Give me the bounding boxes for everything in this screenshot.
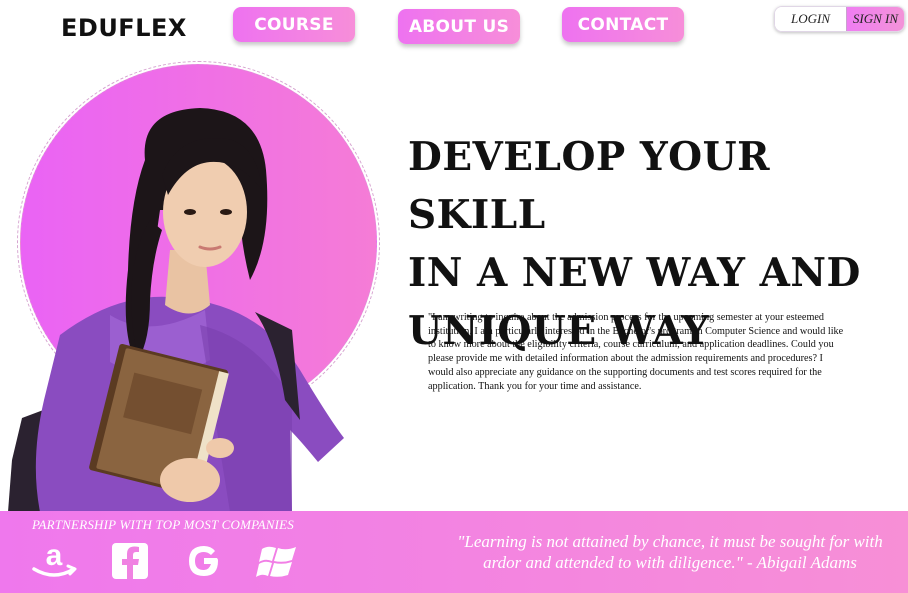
partnership-title: PARTNERSHIP WITH TOP MOST COMPANIES [32, 517, 294, 532]
hero-paragraph: "I am writing to inquire about the admis… [428, 312, 844, 392]
svg-text:a: a [46, 541, 63, 572]
google-icon[interactable] [180, 541, 228, 581]
footer-banner: PARTNERSHIP WITH TOP MOST COMPANIES a "L… [0, 511, 908, 593]
auth-group: LOGIN SIGN IN [774, 6, 905, 32]
login-button[interactable]: LOGIN [775, 7, 846, 31]
windows-icon-glyph [256, 546, 296, 577]
google-icon-glyph [189, 546, 218, 576]
nav-course-button[interactable]: COURSE [233, 7, 355, 42]
facebook-icon-glyph [112, 543, 148, 579]
nav-about-button[interactable]: ABOUT US [398, 9, 520, 44]
amazon-icon[interactable]: a [30, 541, 78, 581]
nav-contact-button[interactable]: CONTACT [562, 7, 684, 42]
site-logo[interactable]: EDUFLEX [61, 14, 187, 42]
footer-quote: "Learning is not attained by chance, it … [457, 532, 883, 572]
signin-button[interactable]: SIGN IN [846, 7, 904, 31]
amazon-icon-glyph: a [32, 541, 77, 577]
student-image [8, 108, 344, 512]
facebook-icon[interactable] [106, 541, 154, 581]
windows-icon[interactable] [254, 541, 302, 581]
